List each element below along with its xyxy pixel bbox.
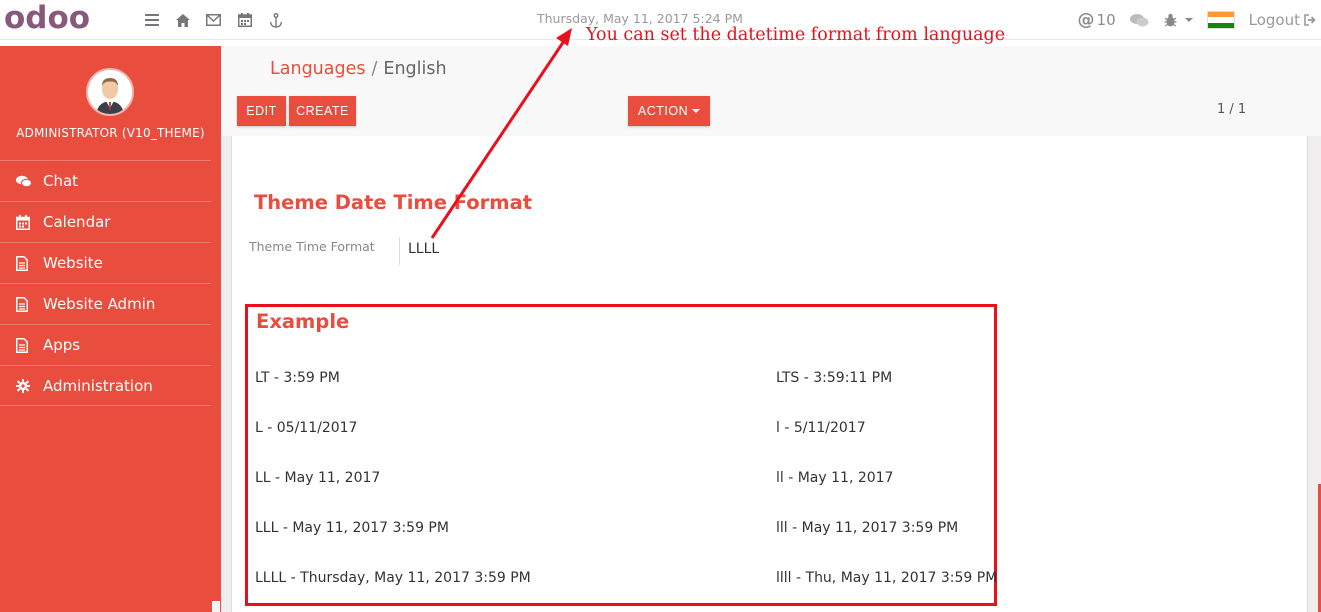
current-datetime: Thursday, May 11, 2017 5:24 PM [537,11,743,26]
chevron-down-icon [1184,18,1193,22]
debug-menu[interactable] [1163,13,1193,28]
sidebar-item-calendar[interactable]: Calendar [0,201,211,242]
example-left-llll: LLLL - Thursday, May 11, 2017 3:59 PM [255,570,531,586]
pager-value[interactable]: 1 / 1 [1217,102,1246,117]
sidebar-item-website-admin[interactable]: Website Admin [0,283,211,324]
anchor-icon[interactable] [260,11,291,29]
document-icon [16,337,38,353]
svg-text:odoo: odoo [4,2,90,34]
example-right-l-lower: l - 5/11/2017 [776,420,866,436]
theme-time-format-label: Theme Time Format [249,239,375,254]
sidebar: ADMINISTRATOR (V10_THEME) Chat Calendar … [0,46,221,612]
sidebar-item-chat[interactable]: Chat [0,160,211,201]
field-divider [399,237,400,265]
sidebar-item-label: Administration [43,376,153,395]
document-icon [16,296,38,312]
bug-icon [1164,13,1177,27]
example-title: Example [256,310,350,333]
action-button[interactable]: ACTION [628,96,710,126]
gear-icon [16,378,38,393]
form-sheet: Theme Date Time Format Theme Time Format… [231,136,1308,612]
sidebar-scrollbar[interactable] [212,601,220,612]
sidebar-menu: Chat Calendar Website Website Admin Apps [0,160,211,406]
chat-icon [16,175,38,188]
sidebar-item-label: Chat [43,172,79,190]
section-title: Theme Date Time Format [254,191,533,214]
example-left-l: L - 05/11/2017 [255,420,358,436]
sidebar-item-apps[interactable]: Apps [0,324,211,365]
breadcrumb-separator: / [371,59,378,79]
chevron-down-icon [692,109,701,113]
notification-count: 10 [1096,11,1116,29]
india-flag-icon[interactable] [1206,11,1235,29]
sidebar-item-label: Website Admin [43,295,156,313]
example-left-lt: LT - 3:59 PM [255,370,340,386]
top-app-icons [136,11,291,29]
avatar[interactable] [86,68,134,116]
calendar-icon[interactable] [229,11,260,29]
home-icon[interactable] [167,11,198,29]
menu-icon[interactable] [136,11,167,29]
sidebar-item-label: Apps [43,336,81,354]
example-box: Example LT - 3:59 PM L - 05/11/2017 LL -… [245,304,997,606]
chat-bubble-icon[interactable] [1129,13,1149,28]
theme-time-format-value[interactable]: LLLL [408,241,439,257]
sidebar-item-administration[interactable]: Administration [0,365,211,406]
breadcrumb-languages-link[interactable]: Languages [270,59,365,79]
mail-icon[interactable] [198,11,229,29]
example-right-ll-lower: ll - May 11, 2017 [776,470,894,486]
logout-button[interactable]: Logout [1249,11,1317,29]
sidebar-item-label: Calendar [43,213,111,231]
edit-button[interactable]: EDIT [237,96,286,126]
sign-out-icon [1304,14,1316,26]
logout-label: Logout [1248,11,1300,29]
sidebar-item-label: Website [43,254,103,272]
annotation-note: You can set the datetime format from lan… [586,25,1006,45]
example-right-llll-lower: llll - Thu, May 11, 2017 3:59 PM [776,570,998,586]
mention-notifications[interactable]: @ 10 [1078,10,1116,30]
breadcrumb: Languages / English [270,59,447,79]
form-view: Theme Date Time Format Theme Time Format… [221,136,1321,612]
action-label: ACTION [637,104,689,118]
odoo-logo[interactable]: odoo [4,2,104,34]
document-icon [16,255,38,271]
sidebar-item-website[interactable]: Website [0,242,211,283]
calendar-icon [16,214,38,230]
example-left-ll: LL - May 11, 2017 [255,470,381,486]
example-left-lll: LLL - May 11, 2017 3:59 PM [255,520,449,536]
at-icon: @ [1077,10,1095,30]
create-button[interactable]: CREATE [289,96,356,126]
example-right-lts: LTS - 3:59:11 PM [776,370,893,386]
control-panel: Languages / English EDIT CREATE ACTION 1… [221,46,1321,136]
user-nav: @ 10 Logout [1078,8,1317,32]
user-name: ADMINISTRATOR (V10_THEME) [16,126,205,140]
breadcrumb-current: English [383,59,447,79]
example-right-lll-lower: lll - May 11, 2017 3:59 PM [776,520,959,536]
